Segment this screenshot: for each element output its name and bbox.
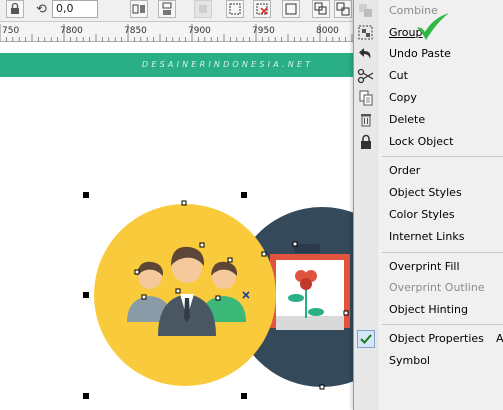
node-marker xyxy=(343,310,349,316)
context-menu: Combine Group Undo Paste Cut Copy Delete xyxy=(353,0,503,410)
menu-separator xyxy=(382,324,503,325)
menu-item-label: Color Styles xyxy=(389,208,455,221)
menu-item-label: Lock Object xyxy=(389,135,454,148)
node-marker xyxy=(141,294,147,300)
undo-icon xyxy=(357,45,375,63)
menu-item-internet-links[interactable]: Internet Links xyxy=(354,226,503,248)
combine-icon xyxy=(357,2,375,20)
group-icon xyxy=(357,24,375,42)
selection-handle[interactable] xyxy=(241,393,247,399)
menu-item-copy[interactable]: Copy xyxy=(354,87,503,109)
menu-separator xyxy=(382,252,503,253)
menu-item-label: Overprint Outline xyxy=(389,281,485,294)
node-marker xyxy=(175,288,181,294)
board-base xyxy=(276,316,344,330)
scissors-icon xyxy=(357,67,375,85)
menu-item-shortcut: A xyxy=(496,332,503,345)
menu-item-lock-object[interactable]: Lock Object xyxy=(354,131,503,153)
menu-item-label: Undo Paste xyxy=(389,47,451,60)
menu-item-color-styles[interactable]: Color Styles xyxy=(354,204,503,226)
menu-item-object-properties[interactable]: Object Properties A xyxy=(354,328,503,350)
menu-item-label: Cut xyxy=(389,69,408,82)
node-marker xyxy=(181,200,187,206)
selection-handle[interactable] xyxy=(83,292,89,298)
menu-item-symbol[interactable]: Symbol xyxy=(354,350,503,372)
menu-item-overprint-fill[interactable]: Overprint Fill xyxy=(354,256,503,278)
green-checkmark-icon xyxy=(417,13,449,40)
menu-item-order[interactable]: Order xyxy=(354,160,503,182)
team-illustration[interactable] xyxy=(94,204,276,386)
node-marker xyxy=(261,251,267,257)
menu-item-delete[interactable]: Delete xyxy=(354,109,503,131)
node-marker xyxy=(215,295,221,301)
menu-item-label: Object Styles xyxy=(389,186,462,199)
menu-separator xyxy=(382,156,503,157)
menu-item-label: Delete xyxy=(389,113,426,126)
menu-item-label: Symbol xyxy=(389,354,430,367)
lock-icon xyxy=(357,133,375,151)
menu-item-label: Copy xyxy=(389,91,417,104)
menu-item-object-styles[interactable]: Object Styles xyxy=(354,182,503,204)
menu-item-label: Internet Links xyxy=(389,230,465,243)
flower-leaf xyxy=(308,308,324,316)
menu-item-overprint-outline[interactable]: Overprint Outline xyxy=(354,277,503,299)
menu-item-label: Overprint Fill xyxy=(389,260,460,273)
node-marker xyxy=(319,384,325,390)
node-marker xyxy=(292,241,298,247)
node-marker xyxy=(134,269,140,275)
menu-item-label: Order xyxy=(389,164,421,177)
copy-icon xyxy=(357,89,375,107)
selection-handle[interactable] xyxy=(83,393,89,399)
trash-icon xyxy=(357,111,375,129)
node-marker xyxy=(199,242,205,248)
person-middle-tie xyxy=(184,298,190,322)
menu-item-object-hinting[interactable]: Object Hinting xyxy=(354,299,503,321)
menu-item-undo-paste[interactable]: Undo Paste xyxy=(354,43,503,65)
node-marker xyxy=(227,257,233,263)
checkmark-icon xyxy=(357,330,375,348)
menu-item-label: Object Properties xyxy=(389,332,484,345)
menu-item-cut[interactable]: Cut xyxy=(354,65,503,87)
board-clip xyxy=(294,244,320,253)
flower-leaf xyxy=(288,294,304,302)
menu-item-label: Object Hinting xyxy=(389,303,468,316)
selection-handle[interactable] xyxy=(241,192,247,198)
flower-petal xyxy=(300,278,312,290)
selection-handle[interactable] xyxy=(83,192,89,198)
